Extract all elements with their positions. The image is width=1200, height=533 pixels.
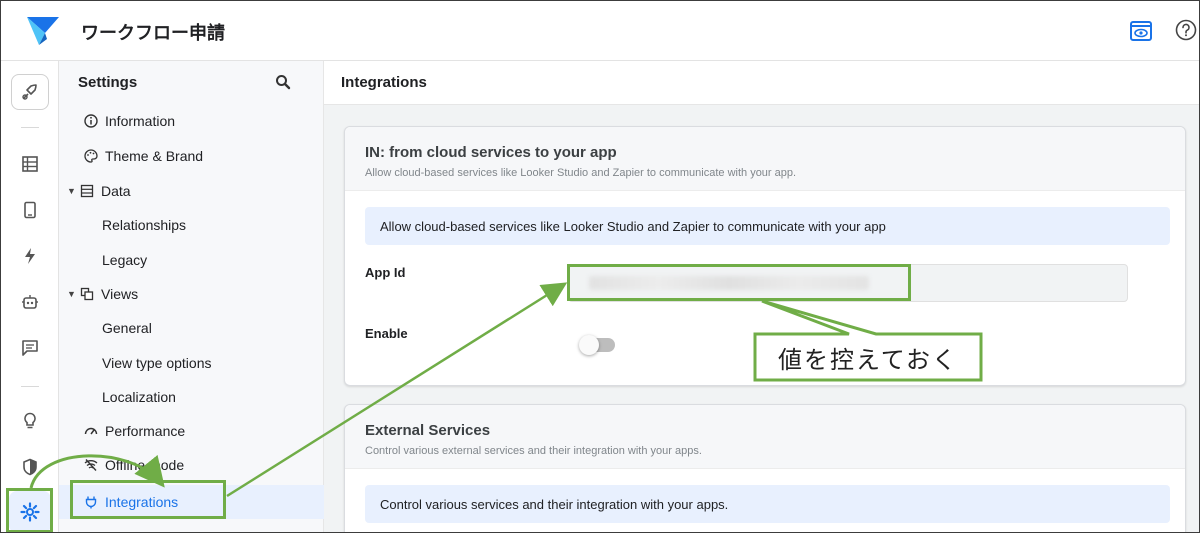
chat-icon xyxy=(22,340,38,356)
shield-icon xyxy=(23,458,37,476)
nav-item-label: Data xyxy=(101,183,131,199)
nav-item-theme-brand[interactable]: Theme & Brand xyxy=(59,141,324,171)
callout-text: 値を控えておく xyxy=(777,345,959,374)
page-title: Integrations xyxy=(341,74,427,91)
nav-item-label: Legacy xyxy=(102,252,148,268)
enable-label: Enable xyxy=(365,326,408,341)
robot-icon xyxy=(22,295,38,309)
nav-item-localization[interactable]: Localization xyxy=(59,382,324,412)
info-icon xyxy=(84,114,98,128)
nav-item-offline-mode[interactable]: Offline mode xyxy=(59,450,324,480)
nav-item-label: General xyxy=(102,320,152,336)
nav-item-label: Information xyxy=(105,113,176,129)
app-id-label: App Id xyxy=(365,265,406,280)
app-title: ワークフロー申請 xyxy=(81,23,225,43)
rail-intelligence-button[interactable] xyxy=(18,409,42,433)
rocket-icon xyxy=(22,84,37,100)
bolt-icon xyxy=(25,248,35,264)
deploy-button[interactable] xyxy=(11,74,49,110)
enable-toggle[interactable] xyxy=(579,335,615,355)
integrations-highlight-box xyxy=(70,480,226,519)
table-icon xyxy=(80,184,94,198)
nav-item-label: View type options xyxy=(102,355,212,371)
rail-chat-button[interactable] xyxy=(18,336,42,360)
card-header: IN: from cloud services to your app Allo… xyxy=(345,127,1185,191)
rail-automation-button[interactable] xyxy=(18,290,42,314)
rail-data-button[interactable] xyxy=(18,152,42,176)
card-title: IN: from cloud services to your app xyxy=(365,144,617,161)
info-banner: Allow cloud-based services like Looker S… xyxy=(365,207,1170,245)
card-header: External Services Control various extern… xyxy=(345,405,1185,469)
app-window: ワークフロー申請 Settings Information Theme & Br… xyxy=(0,0,1200,533)
left-rail xyxy=(1,61,59,532)
nav-item-views[interactable]: ▼ Views xyxy=(59,279,324,309)
table-icon xyxy=(22,156,38,172)
nav-item-view-type-options[interactable]: View type options xyxy=(59,348,324,378)
speedometer-icon xyxy=(84,427,98,435)
card-subtitle: Control various external services and th… xyxy=(365,445,702,457)
nav-item-label: Theme & Brand xyxy=(105,148,204,164)
settings-highlight-box xyxy=(6,488,53,532)
caret-down-icon: ▼ xyxy=(67,186,76,196)
nav-item-general[interactable]: General xyxy=(59,313,324,343)
search-icon[interactable] xyxy=(275,74,291,90)
nav-item-performance[interactable]: Performance xyxy=(59,416,324,446)
rail-views-button[interactable] xyxy=(18,198,42,222)
palette-icon xyxy=(84,149,98,163)
app-id-highlight-box xyxy=(567,264,911,301)
top-header: ワークフロー申請 xyxy=(1,1,1199,61)
caret-down-icon: ▼ xyxy=(67,289,76,299)
rail-divider xyxy=(21,386,39,387)
preview-eye-icon[interactable] xyxy=(1130,20,1152,42)
nav-item-label: Relationships xyxy=(102,217,187,233)
card-title: External Services xyxy=(365,422,491,439)
toggle-knob xyxy=(579,335,599,355)
rail-security-button[interactable] xyxy=(18,455,42,479)
rail-divider xyxy=(21,127,39,128)
rail-actions-button[interactable] xyxy=(18,244,42,268)
info-banner: Control various services and their integ… xyxy=(365,485,1170,523)
phone-icon xyxy=(24,201,36,219)
nav-item-legacy[interactable]: Legacy xyxy=(59,245,324,275)
lightbulb-icon xyxy=(24,412,36,429)
nav-item-relationships[interactable]: Relationships xyxy=(59,210,324,240)
nav-item-label: Offline mode xyxy=(105,457,185,473)
main-header: Integrations xyxy=(324,61,1199,105)
views-icon xyxy=(80,287,94,301)
nav-item-information[interactable]: Information xyxy=(59,106,324,136)
offline-icon xyxy=(84,459,98,471)
appsheet-logo-icon xyxy=(27,17,59,45)
help-icon[interactable] xyxy=(1175,19,1197,41)
settings-nav-title: Settings xyxy=(78,74,138,91)
nav-item-label: Performance xyxy=(105,423,186,439)
settings-nav: Settings Information Theme & Brand ▼ Dat… xyxy=(59,61,324,532)
nav-item-label: Localization xyxy=(102,389,176,405)
card-subtitle: Allow cloud-based services like Looker S… xyxy=(365,167,797,179)
external-services-card: External Services Control various extern… xyxy=(344,404,1186,532)
nav-item-data[interactable]: ▼ Data xyxy=(59,176,324,206)
nav-item-label: Views xyxy=(101,286,139,302)
